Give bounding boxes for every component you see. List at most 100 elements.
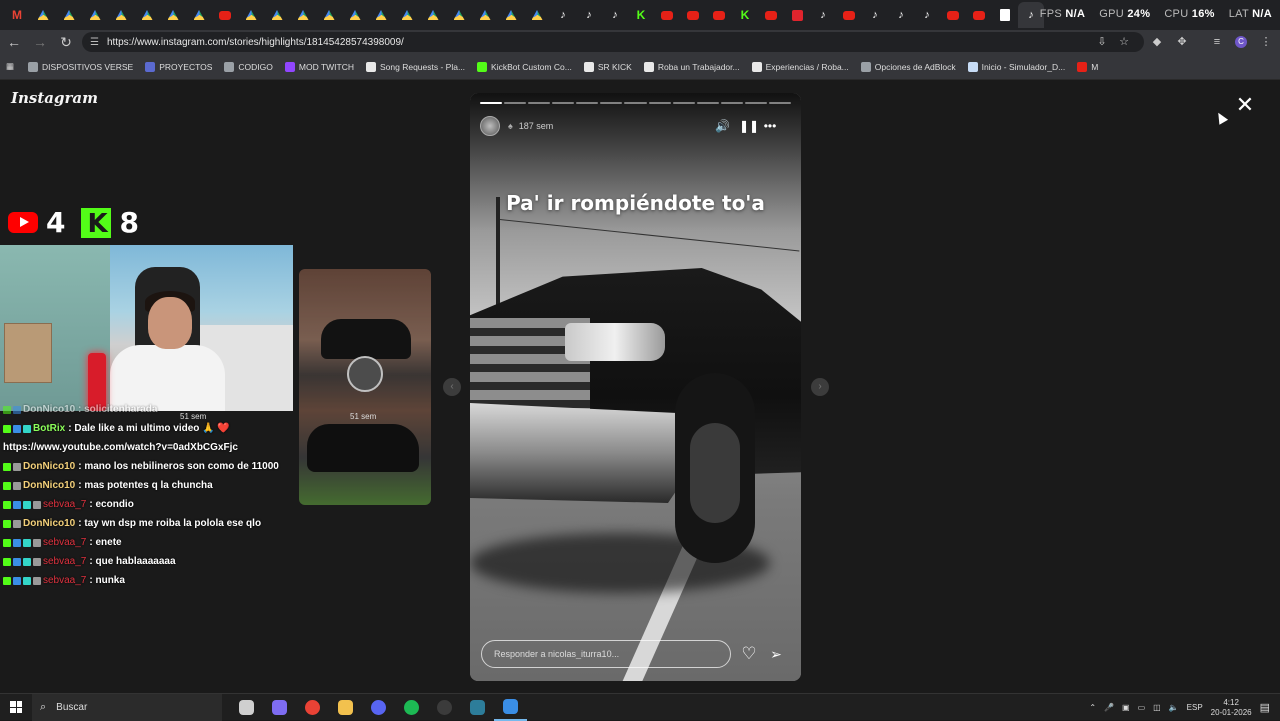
close-icon[interactable]: ✕ bbox=[1232, 92, 1258, 118]
taskbar-app[interactable] bbox=[461, 694, 494, 721]
taskbar-search[interactable]: ⌕ Buscar bbox=[32, 693, 222, 721]
clock[interactable]: 4:12 20-01-2026 bbox=[1211, 698, 1252, 718]
tray-overflow-icon[interactable]: ⌃ bbox=[1089, 703, 1096, 712]
bookmark-item[interactable]: CODIGO bbox=[224, 61, 273, 72]
bookmark-item[interactable]: MOD TWITCH bbox=[284, 61, 354, 72]
browser-tab[interactable] bbox=[524, 2, 550, 28]
browser-tab[interactable] bbox=[30, 2, 56, 28]
story-previous-arrow-icon[interactable]: ‹ bbox=[443, 378, 461, 396]
forward-icon[interactable]: → bbox=[28, 30, 52, 54]
browser-tab[interactable] bbox=[472, 2, 498, 28]
bookmark-item[interactable]: PROYECTOS bbox=[145, 61, 212, 72]
reply-field[interactable] bbox=[481, 640, 731, 668]
bookmark-item[interactable]: Experiencias / Roba... bbox=[751, 61, 849, 72]
more-options-icon[interactable]: ••• bbox=[763, 119, 777, 133]
taskbar-app[interactable] bbox=[395, 694, 428, 721]
bookmark-item[interactable]: SR KICK bbox=[583, 61, 632, 72]
browser-tab[interactable] bbox=[134, 2, 160, 28]
story-next-arrow-icon[interactable]: › bbox=[811, 378, 829, 396]
browser-tab[interactable]: ♪ bbox=[810, 2, 836, 28]
microphone-icon[interactable]: 🎤 bbox=[1104, 703, 1114, 712]
taskbar-app[interactable] bbox=[362, 694, 395, 721]
browser-tab[interactable] bbox=[940, 2, 966, 28]
browser-tab[interactable] bbox=[212, 2, 238, 28]
story-viewer[interactable]: ♠ 187 sem 🔊 ❚❚ ••• Pa' ir rompiéndote to… bbox=[470, 93, 801, 681]
start-button[interactable] bbox=[0, 694, 32, 721]
previous-story-preview[interactable] bbox=[299, 269, 431, 505]
instagram-logo[interactable]: Instagram bbox=[11, 89, 98, 107]
bookmark-item[interactable]: KickBot Custom Co... bbox=[477, 61, 572, 72]
site-info-icon[interactable]: ☰ bbox=[90, 37, 99, 48]
bookmark-item[interactable]: Roba un Trabajador... bbox=[643, 61, 740, 72]
heart-icon[interactable]: ♡ bbox=[740, 645, 758, 663]
bookmark-item[interactable]: Song Requests - Pla... bbox=[366, 61, 465, 72]
bookmark-item[interactable]: Opciones de AdBlock bbox=[860, 61, 956, 72]
taskbar-app[interactable] bbox=[494, 694, 527, 721]
browser-tab[interactable]: ♪ bbox=[914, 2, 940, 28]
send-icon[interactable]: ➢ bbox=[767, 645, 785, 663]
taskbar-app[interactable] bbox=[230, 694, 263, 721]
browser-tab[interactable] bbox=[680, 2, 706, 28]
extension-icon[interactable]: ◆ bbox=[1151, 36, 1163, 48]
bookmark-item[interactable]: Inicio - Simulador_D... bbox=[967, 61, 1065, 72]
browser-tab[interactable] bbox=[186, 2, 212, 28]
browser-tab[interactable] bbox=[394, 2, 420, 28]
profile-avatar-icon[interactable]: C bbox=[1235, 36, 1247, 48]
browser-tab[interactable] bbox=[420, 2, 446, 28]
apps-grid-icon[interactable]: ▦ bbox=[6, 61, 14, 72]
url-bar[interactable]: ☰ https://www.instagram.com/stories/high… bbox=[82, 32, 1144, 52]
browser-tab[interactable] bbox=[706, 2, 732, 28]
browser-tab[interactable] bbox=[654, 2, 680, 28]
volume-tray-icon[interactable]: 🔈 bbox=[1169, 703, 1179, 712]
browser-tab[interactable] bbox=[836, 2, 862, 28]
browser-tab[interactable] bbox=[342, 2, 368, 28]
extensions-puzzle-icon[interactable]: ✥ bbox=[1176, 36, 1188, 48]
browser-tab[interactable] bbox=[56, 2, 82, 28]
taskbar-app[interactable] bbox=[296, 694, 329, 721]
volume-icon[interactable]: 🔊 bbox=[715, 119, 730, 133]
media-control-icon[interactable]: ≡ bbox=[1211, 36, 1223, 48]
browser-tab[interactable]: ♪ bbox=[576, 2, 602, 28]
browser-tab[interactable]: ♪ bbox=[602, 2, 628, 28]
language-indicator[interactable]: ESP bbox=[1187, 703, 1203, 712]
browser-tab[interactable] bbox=[784, 2, 810, 28]
browser-tab[interactable] bbox=[264, 2, 290, 28]
browser-tab[interactable] bbox=[290, 2, 316, 28]
display-icon[interactable]: ▭ bbox=[1138, 703, 1146, 712]
tray-app-icon[interactable]: ▣ bbox=[1122, 703, 1130, 712]
reload-icon[interactable]: ↻ bbox=[54, 30, 78, 54]
browser-tab[interactable] bbox=[758, 2, 784, 28]
back-icon[interactable]: ← bbox=[2, 30, 26, 54]
browser-tab[interactable] bbox=[992, 2, 1018, 28]
bookmark-star-icon[interactable]: ☆ bbox=[1118, 36, 1130, 48]
browser-tab[interactable]: K bbox=[628, 2, 654, 28]
chat-badge-icon bbox=[23, 576, 31, 585]
browser-tab[interactable] bbox=[446, 2, 472, 28]
browser-tab[interactable] bbox=[316, 2, 342, 28]
taskbar-app[interactable] bbox=[329, 694, 362, 721]
menu-kebab-icon[interactable]: ⋮ bbox=[1260, 36, 1272, 48]
browser-tab[interactable] bbox=[238, 2, 264, 28]
story-avatar[interactable] bbox=[480, 116, 500, 136]
network-icon[interactable]: ◫ bbox=[1153, 703, 1161, 712]
bookmark-item[interactable]: M bbox=[1077, 61, 1098, 72]
browser-tab[interactable] bbox=[108, 2, 134, 28]
browser-tab[interactable] bbox=[368, 2, 394, 28]
browser-tab[interactable] bbox=[966, 2, 992, 28]
browser-tab[interactable]: ♪ bbox=[862, 2, 888, 28]
browser-tab[interactable]: ♪ bbox=[888, 2, 914, 28]
reply-input[interactable] bbox=[494, 649, 724, 659]
notifications-icon[interactable]: ▤ bbox=[1260, 701, 1270, 714]
drive-icon bbox=[323, 10, 335, 20]
bookmark-item[interactable]: DISPOSITIVOS VERSE bbox=[28, 61, 133, 72]
browser-tab[interactable]: K bbox=[732, 2, 758, 28]
pause-icon[interactable]: ❚❚ bbox=[739, 119, 759, 133]
browser-tab[interactable] bbox=[82, 2, 108, 28]
install-icon[interactable]: ⇩ bbox=[1096, 36, 1108, 48]
taskbar-app[interactable] bbox=[428, 694, 461, 721]
browser-tab[interactable]: ♪ bbox=[550, 2, 576, 28]
taskbar-app[interactable] bbox=[263, 694, 296, 721]
browser-tab[interactable]: M bbox=[4, 2, 30, 28]
browser-tab[interactable] bbox=[160, 2, 186, 28]
browser-tab[interactable] bbox=[498, 2, 524, 28]
